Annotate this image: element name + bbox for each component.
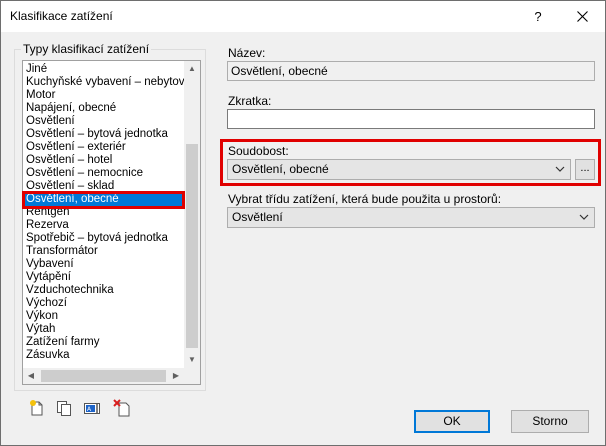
- demand-factor-select[interactable]: Osvětlení, obecné: [227, 159, 571, 180]
- help-button[interactable]: ?: [518, 2, 558, 31]
- space-load-class-select[interactable]: Osvětlení: [227, 207, 595, 228]
- list-item[interactable]: Výchozí: [23, 297, 186, 310]
- name-field: Osvětlení, obecné: [227, 61, 595, 81]
- list-item[interactable]: Rezerva: [23, 219, 186, 232]
- scroll-up-icon[interactable]: ▲: [184, 61, 200, 77]
- new-icon[interactable]: [28, 399, 46, 417]
- duplicate-icon[interactable]: [55, 399, 73, 417]
- list-item[interactable]: Vybavení: [23, 258, 186, 271]
- list-item[interactable]: Jiné: [23, 63, 186, 76]
- chevron-down-icon: [555, 166, 565, 172]
- list-item[interactable]: Zatížení farmy: [23, 336, 186, 349]
- list-item[interactable]: Spotřebič – bytová jednotka: [23, 232, 186, 245]
- list-item[interactable]: Motor: [23, 89, 186, 102]
- list-item[interactable]: Výtah: [23, 323, 186, 336]
- close-button[interactable]: [561, 2, 605, 31]
- load-types-list[interactable]: Jiné Kuchyňské vybavení – nebytová Motor Na…: [22, 60, 201, 385]
- scroll-left-icon[interactable]: ◀: [23, 368, 39, 384]
- list-item[interactable]: Kuchyňské vybavení – nebytová: [23, 76, 186, 89]
- load-classification-dialog: Klasifikace zatížení ? Typy klasifikací …: [0, 0, 606, 446]
- list-item[interactable]: Vzduchotechnika: [23, 284, 186, 297]
- scroll-right-icon[interactable]: ▶: [168, 368, 184, 384]
- list-item[interactable]: Napájení, obecné: [23, 102, 186, 115]
- list-item[interactable]: Osvětlení – exteriér: [23, 141, 186, 154]
- abbreviation-label: Zkratka:: [228, 94, 272, 108]
- abbreviation-field[interactable]: [227, 109, 595, 129]
- title-bar: Klasifikace zatížení ?: [1, 1, 605, 32]
- space-load-class-label: Vybrat třídu zatížení, která bude použit…: [228, 192, 502, 206]
- list-item[interactable]: Výkon: [23, 310, 186, 323]
- selected-item-highlight: [22, 191, 185, 209]
- vertical-scroll-thumb[interactable]: [186, 144, 198, 348]
- scroll-down-icon[interactable]: ▼: [184, 352, 200, 368]
- load-types-items: Jiné Kuchyňské vybavení – nebytová Motor Na…: [23, 63, 186, 362]
- list-item[interactable]: Osvětlení – bytová jednotka: [23, 128, 186, 141]
- demand-factor-label: Soudobost:: [228, 144, 289, 158]
- list-item[interactable]: Vytápění: [23, 271, 186, 284]
- load-types-group-label: Typy klasifikací zatížení: [21, 42, 152, 56]
- cancel-button[interactable]: Storno: [511, 410, 589, 433]
- demand-factor-browse-button[interactable]: ...: [575, 159, 595, 180]
- ok-button[interactable]: OK: [414, 410, 490, 433]
- name-label: Název:: [228, 46, 266, 60]
- rename-icon[interactable]: A: [83, 399, 101, 417]
- list-item[interactable]: Osvětlení – nemocnice: [23, 167, 186, 180]
- list-item[interactable]: Transformátor: [23, 245, 186, 258]
- window-title: Klasifikace zatížení: [10, 9, 113, 23]
- vertical-scrollbar[interactable]: ▲ ▼: [184, 61, 200, 368]
- list-item[interactable]: Osvětlení – hotel: [23, 154, 186, 167]
- scrollbar-corner: [184, 368, 200, 384]
- horizontal-scroll-thumb[interactable]: [41, 370, 166, 382]
- demand-factor-value: Osvětlení, obecné: [232, 162, 329, 176]
- close-icon: [577, 11, 588, 22]
- delete-icon[interactable]: [113, 399, 131, 417]
- horizontal-scrollbar[interactable]: ◀ ▶: [23, 368, 184, 384]
- chevron-down-icon: [579, 214, 589, 220]
- space-load-class-value: Osvětlení: [232, 210, 283, 224]
- list-item[interactable]: Osvětlení: [23, 115, 186, 128]
- list-item[interactable]: Zásuvka: [23, 349, 186, 362]
